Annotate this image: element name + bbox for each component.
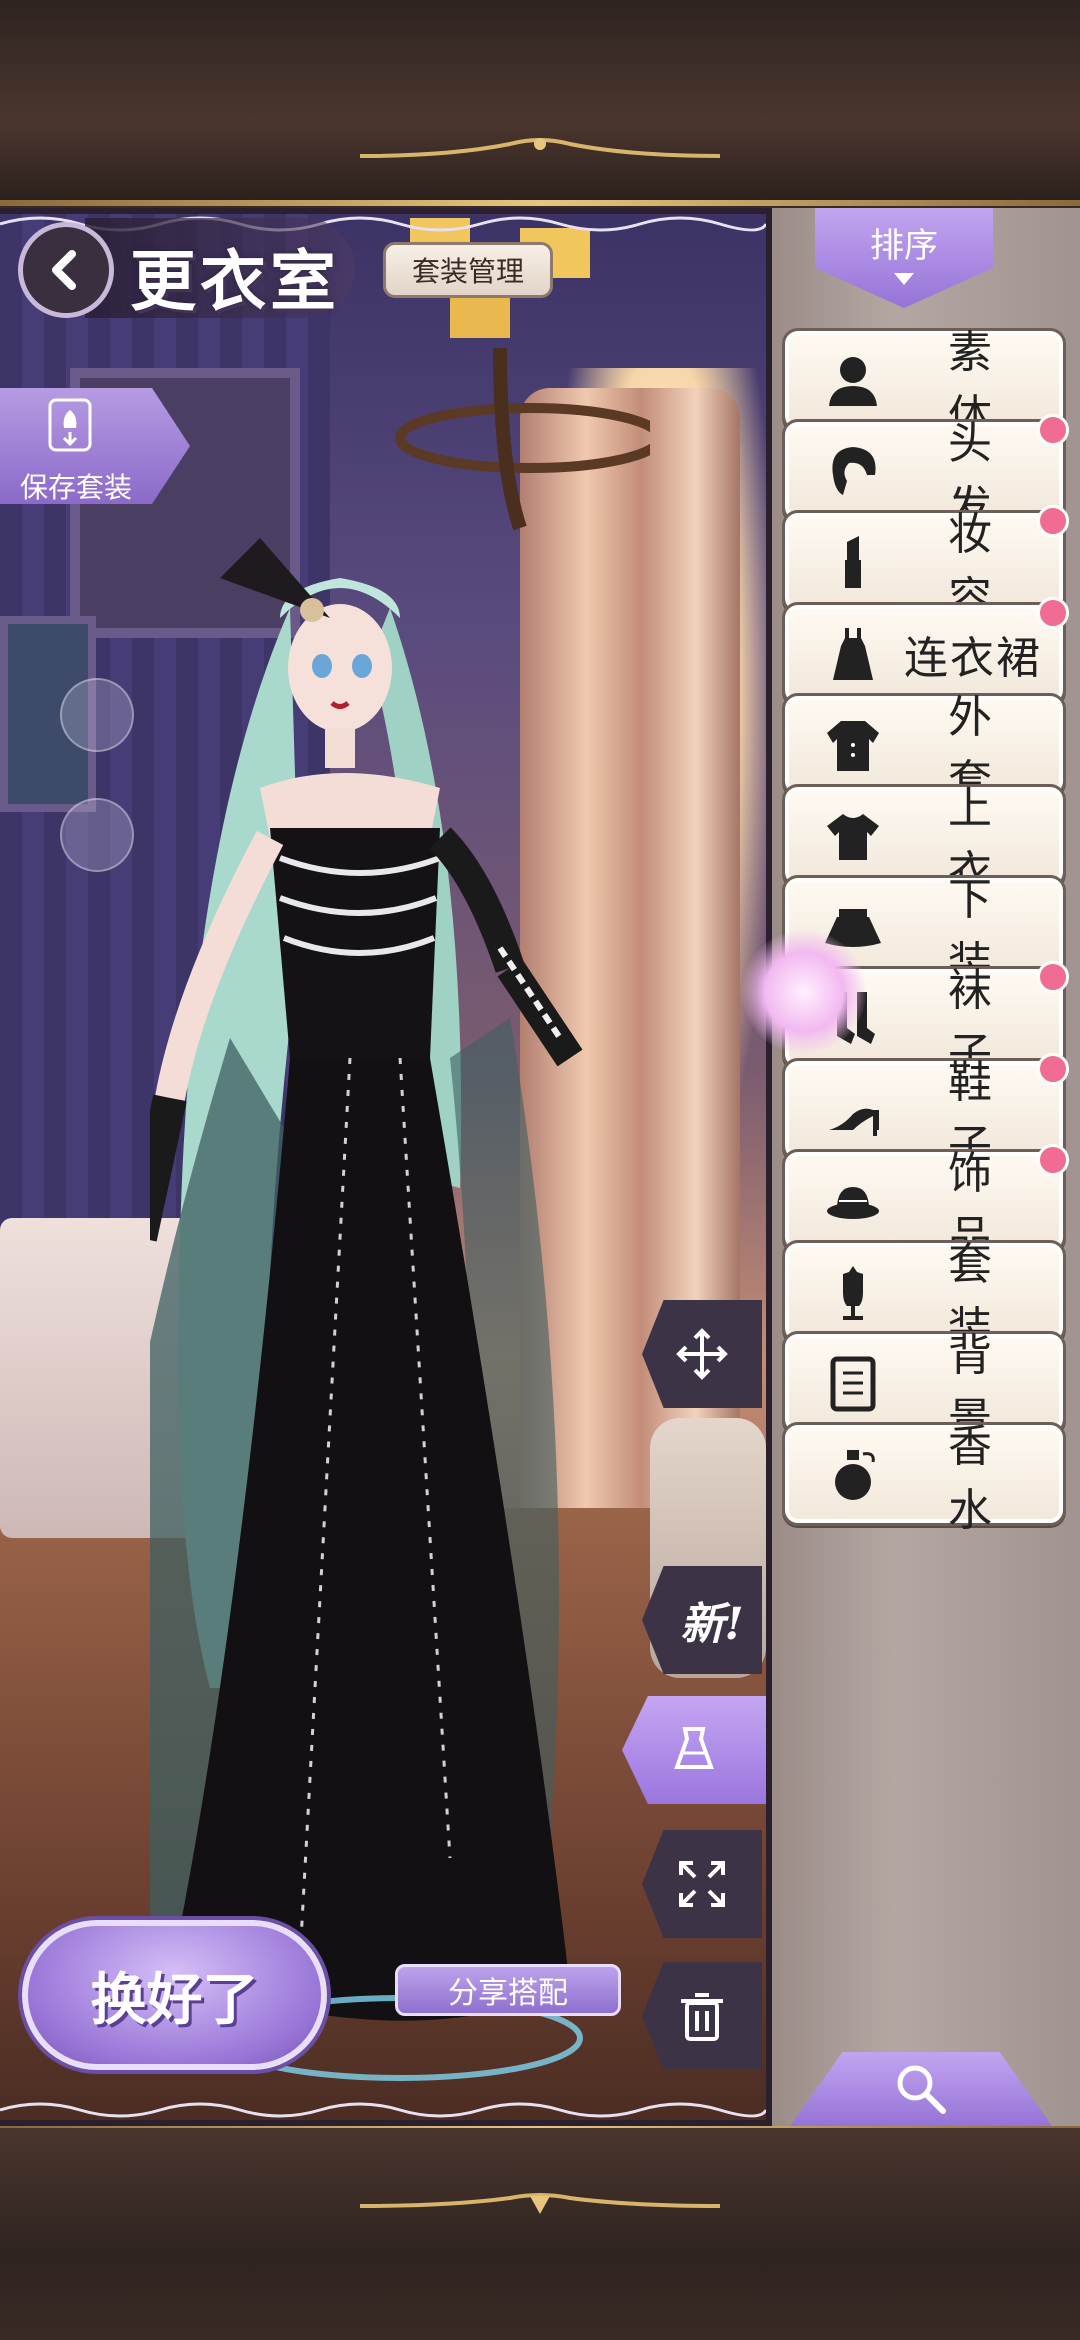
- frame-gold-line-top: [0, 200, 1080, 206]
- new-items-button[interactable]: 新!: [642, 1566, 762, 1674]
- done-button[interactable]: 换好了: [22, 1920, 327, 2070]
- new-badge-dot: [1037, 1052, 1069, 1085]
- category-button[interactable]: 妆 容: [782, 505, 1069, 624]
- dress-outline-icon: [674, 1727, 714, 1769]
- outfit-tool-button[interactable]: [622, 1696, 766, 1804]
- new-label: 新!: [680, 1599, 744, 1650]
- move-tool-button[interactable]: [642, 1300, 762, 1408]
- frame-ornament-top: [359, 136, 721, 162]
- mannequin-icon: [823, 1262, 883, 1322]
- suit-management-button[interactable]: 套装管理: [383, 242, 553, 298]
- move-arrows-icon: [676, 1328, 728, 1380]
- new-badge-dot: [1037, 596, 1069, 629]
- redo-icon[interactable]: [60, 798, 134, 872]
- delete-button[interactable]: [642, 1962, 762, 2070]
- frame-ornament-bottom: [359, 2192, 721, 2218]
- hat-icon: [823, 1171, 883, 1231]
- fullscreen-button[interactable]: [642, 1830, 762, 1938]
- new-badge-dot: [1037, 961, 1069, 994]
- new-badge-dot: [1037, 505, 1069, 538]
- bottom-frame: [0, 2128, 1080, 2340]
- new-badge-dot: [1037, 1143, 1069, 1176]
- high-heel-icon: [823, 1080, 883, 1140]
- dressed-character: [82, 538, 590, 2126]
- background-card-icon: [823, 1353, 883, 1413]
- top-frame: [0, 0, 1080, 205]
- trash-icon: [681, 1993, 723, 2041]
- undo-icon[interactable]: [60, 678, 134, 752]
- new-badge-dot: [1037, 414, 1069, 447]
- sort-arrow-icon: [894, 273, 914, 285]
- vine-border-bottom: [0, 2102, 766, 2118]
- perfume-icon: [823, 1444, 883, 1504]
- hair-icon: [823, 441, 883, 501]
- top-icon: [823, 806, 883, 866]
- category-button[interactable]: 香 水: [782, 1421, 1066, 1536]
- body-silhouette-icon: [823, 350, 883, 410]
- back-button[interactable]: [18, 222, 114, 318]
- coat-icon: [823, 715, 883, 775]
- category-label: 香 水: [948, 1421, 1022, 1537]
- save-suit-label: 保存套装: [20, 471, 133, 504]
- page-title: 更衣室: [130, 242, 340, 320]
- share-outfit-button[interactable]: 分享搭配: [395, 1964, 621, 2016]
- rose-decoration: [742, 930, 866, 1054]
- dress-icon: [823, 624, 883, 684]
- mannequin-save-icon: [48, 398, 92, 452]
- category-label: 连衣裙: [904, 632, 1042, 684]
- chevron-left-icon: [52, 250, 76, 290]
- sort-label: 排序: [870, 226, 938, 266]
- lipstick-icon: [823, 532, 883, 592]
- search-icon: [897, 2065, 946, 2114]
- expand-icon: [679, 1861, 725, 1907]
